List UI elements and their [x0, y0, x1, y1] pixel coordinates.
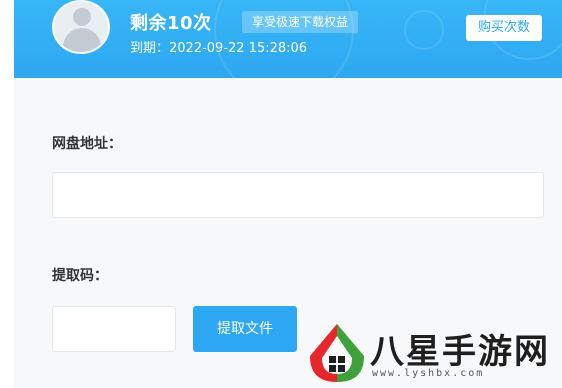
watermark-url: www.lyshbx.com — [372, 368, 485, 379]
watermark-text: 八星手游网 — [370, 332, 550, 372]
extract-code-label: 提取码： — [52, 268, 108, 284]
account-header: 剩余10次 享受极速下载权益 到期：2022-09-22 15:28:06 购买… — [14, 0, 562, 78]
netdisk-url-label: 网盘地址： — [52, 136, 122, 152]
buy-count-button[interactable]: 购买次数 — [466, 15, 542, 41]
watermark-logo-icon — [310, 324, 364, 382]
user-avatar-icon — [52, 0, 110, 54]
avatar-head — [73, 8, 91, 26]
netdisk-url-input[interactable] — [52, 172, 544, 218]
site-watermark: 八星手游网 www.lyshbx.com — [306, 322, 562, 388]
remaining-count: 剩余10次 — [130, 13, 212, 34]
benefit-badge: 享受极速下载权益 — [242, 11, 359, 33]
expiry-date: 到期：2022-09-22 15:28:06 — [130, 41, 308, 56]
header-decoration — [404, 10, 444, 50]
avatar-body — [63, 28, 101, 52]
extract-code-input[interactable] — [52, 306, 176, 352]
left-strip — [0, 0, 14, 388]
extract-file-button[interactable]: 提取文件 — [193, 306, 297, 352]
